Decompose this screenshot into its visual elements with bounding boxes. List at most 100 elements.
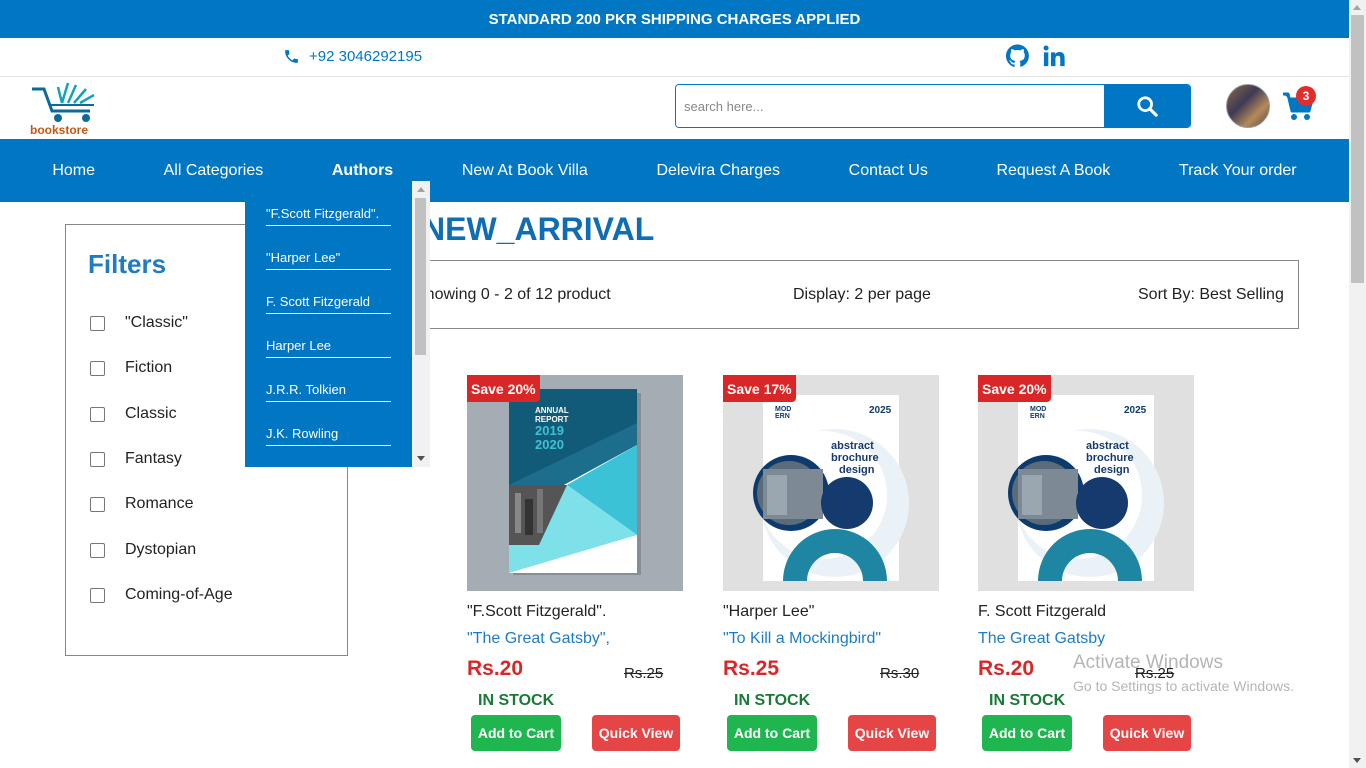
product-price: Rs.20 <box>467 657 524 680</box>
cart-books-logo-icon <box>32 82 95 122</box>
phone-contact[interactable]: +92 3046292195 <box>283 48 422 65</box>
nav-new-at-book-villa[interactable]: New At Book Villa <box>462 162 588 180</box>
activate-windows-watermark: Activate Windows Go to Settings to activ… <box>1073 652 1294 694</box>
quick-view-button[interactable]: Quick View <box>848 715 936 751</box>
add-to-cart-button[interactable]: Add to Cart <box>727 715 817 751</box>
filter-label: Dystopian <box>125 541 197 558</box>
add-to-cart-button[interactable]: Add to Cart <box>982 715 1072 751</box>
nav-delivery-charges[interactable]: Delevira Charges <box>656 162 780 180</box>
filter-label: Classic <box>125 405 177 422</box>
product-card[interactable]: Save 20% MOD ERN 2025 abstract brochure … <box>978 375 1194 751</box>
watermark-title: Activate Windows <box>1073 652 1223 673</box>
add-to-cart-button[interactable]: Add to Cart <box>471 715 561 751</box>
book-cover-image: MOD ERN 2025 abstract brochure design <box>978 375 1194 591</box>
section-title: NEW_ARRIVAL <box>422 211 655 247</box>
github-icon[interactable] <box>1006 44 1029 67</box>
author-option[interactable]: Harper Lee <box>266 338 391 358</box>
filter-checkbox[interactable] <box>90 315 105 331</box>
cover-ern: ERN <box>775 413 790 420</box>
author-option[interactable]: J.R.R. Tolkien <box>266 382 391 402</box>
page-scrollbar[interactable] <box>1349 0 1366 768</box>
product-title[interactable]: "The Great Gatsby", <box>467 630 610 648</box>
search-button[interactable] <box>1104 85 1190 127</box>
scroll-up-arrow-icon[interactable] <box>417 187 425 192</box>
stock-status: IN STOCK <box>734 692 811 709</box>
filter-checkbox[interactable] <box>90 451 105 467</box>
book-cover-image: MOD ERN 2025 abstract brochure design <box>723 375 939 591</box>
filter-option[interactable]: Classic <box>90 405 177 423</box>
filter-option[interactable]: Coming-of-Age <box>90 586 233 604</box>
quick-view-button[interactable]: Quick View <box>1103 715 1191 751</box>
main-navigation: Home All Categories Authors New At Book … <box>0 139 1349 202</box>
display-per-page[interactable]: Display: 2 per page <box>793 286 931 304</box>
book-cover-image: ANNUAL REPORT 2019 2020 <box>467 375 683 591</box>
filter-option[interactable]: Romance <box>90 495 193 513</box>
nav-all-categories[interactable]: All Categories <box>164 162 264 180</box>
quick-view-button[interactable]: Quick View <box>592 715 680 751</box>
shipping-announcement-bar: STANDARD 200 PKR SHIPPING CHARGES APPLIE… <box>0 0 1349 38</box>
filter-option[interactable]: Fiction <box>90 359 172 377</box>
social-links <box>1006 44 1065 67</box>
product-title[interactable]: "To Kill a Mockingbird" <box>723 630 881 648</box>
authors-dropdown-list: "F.Scott Fitzgerald". "Harper Lee" F. Sc… <box>245 181 412 467</box>
filters-title: Filters <box>88 249 167 279</box>
search-icon <box>1137 96 1158 117</box>
cart-count-badge: 3 <box>1296 86 1316 106</box>
stock-status: IN STOCK <box>989 692 1066 709</box>
results-toolbar: Showing 0 - 2 of 12 product Display: 2 p… <box>400 260 1299 329</box>
page-scroll-thumb[interactable] <box>1351 15 1364 283</box>
discount-badge: Save 20% <box>978 375 1051 402</box>
nav-home[interactable]: Home <box>52 162 95 180</box>
linkedin-icon[interactable] <box>1043 44 1065 67</box>
product-price: Rs.20 <box>978 657 1035 680</box>
filter-checkbox[interactable] <box>90 360 105 376</box>
product-image[interactable]: Save 20% MOD ERN 2025 abstract brochure … <box>978 375 1194 591</box>
nav-authors[interactable]: Authors <box>332 162 393 180</box>
filter-option[interactable]: Fantasy <box>90 450 182 468</box>
results-count: Showing 0 - 2 of 12 product <box>415 286 611 303</box>
filter-option[interactable]: Dystopian <box>90 541 196 559</box>
search-input[interactable] <box>676 85 1104 127</box>
filter-checkbox[interactable] <box>90 406 105 422</box>
authors-dropdown: "F.Scott Fitzgerald". "Harper Lee" F. Sc… <box>245 181 430 467</box>
nav-track-your-order[interactable]: Track Your order <box>1179 162 1297 180</box>
nav-request-a-book[interactable]: Request A Book <box>996 162 1110 180</box>
filter-checkbox[interactable] <box>90 542 105 558</box>
author-option[interactable]: J.K. Rowling <box>266 426 391 446</box>
nav-contact-us[interactable]: Contact Us <box>849 162 928 180</box>
product-author: F. Scott Fitzgerald <box>978 603 1107 620</box>
product-image[interactable]: Save 17% MOD ERN 2025 abstract brochure … <box>723 375 939 591</box>
product-card[interactable]: Save 17% MOD ERN 2025 abstract brochure … <box>723 375 939 751</box>
scroll-up-arrow-icon[interactable] <box>1353 5 1361 10</box>
author-option[interactable]: "F.Scott Fitzgerald". <box>266 206 391 226</box>
user-avatar[interactable] <box>1226 84 1270 128</box>
dropdown-scroll-thumb[interactable] <box>415 198 426 355</box>
dropdown-scrollbar[interactable] <box>412 181 430 467</box>
cover-year-2020: 2020 <box>535 437 564 452</box>
watermark-subtitle: Go to Settings to activate Windows. <box>1073 678 1294 694</box>
product-image[interactable]: Save 20% ANNUAL REPORT 2019 2020 <box>467 375 683 591</box>
product-author: "Harper Lee" <box>723 603 815 620</box>
product-card[interactable]: Save 20% ANNUAL REPORT 2019 2020 "F.Scot… <box>467 375 683 751</box>
cover-annual: ANNUAL <box>535 406 569 415</box>
bookstore-logo[interactable]: bookstore <box>28 81 104 137</box>
cover-brochure: brochure <box>831 452 879 464</box>
sort-by[interactable]: Sort By: Best Selling <box>1138 286 1284 304</box>
phone-number: +92 3046292195 <box>309 48 423 65</box>
scroll-down-arrow-icon[interactable] <box>417 456 425 461</box>
cover-mod: MOD <box>775 406 791 413</box>
filter-checkbox[interactable] <box>90 496 105 512</box>
author-option[interactable]: "Harper Lee" <box>266 250 391 270</box>
cover-brochure: brochure <box>1086 452 1134 464</box>
product-author: "F.Scott Fitzgerald". <box>467 603 607 620</box>
product-title[interactable]: The Great Gatsby <box>978 630 1105 648</box>
cover-year: 2025 <box>869 405 892 416</box>
product-price: Rs.25 <box>723 657 780 680</box>
filter-option[interactable]: "Classic" <box>90 314 188 332</box>
logo-text: bookstore <box>30 123 89 137</box>
filter-checkbox[interactable] <box>90 587 105 603</box>
scroll-down-arrow-icon[interactable] <box>1353 758 1361 763</box>
cover-abstract: abstract <box>831 440 874 452</box>
phone-icon <box>285 50 298 63</box>
author-option[interactable]: F. Scott Fitzgerald <box>266 294 391 314</box>
